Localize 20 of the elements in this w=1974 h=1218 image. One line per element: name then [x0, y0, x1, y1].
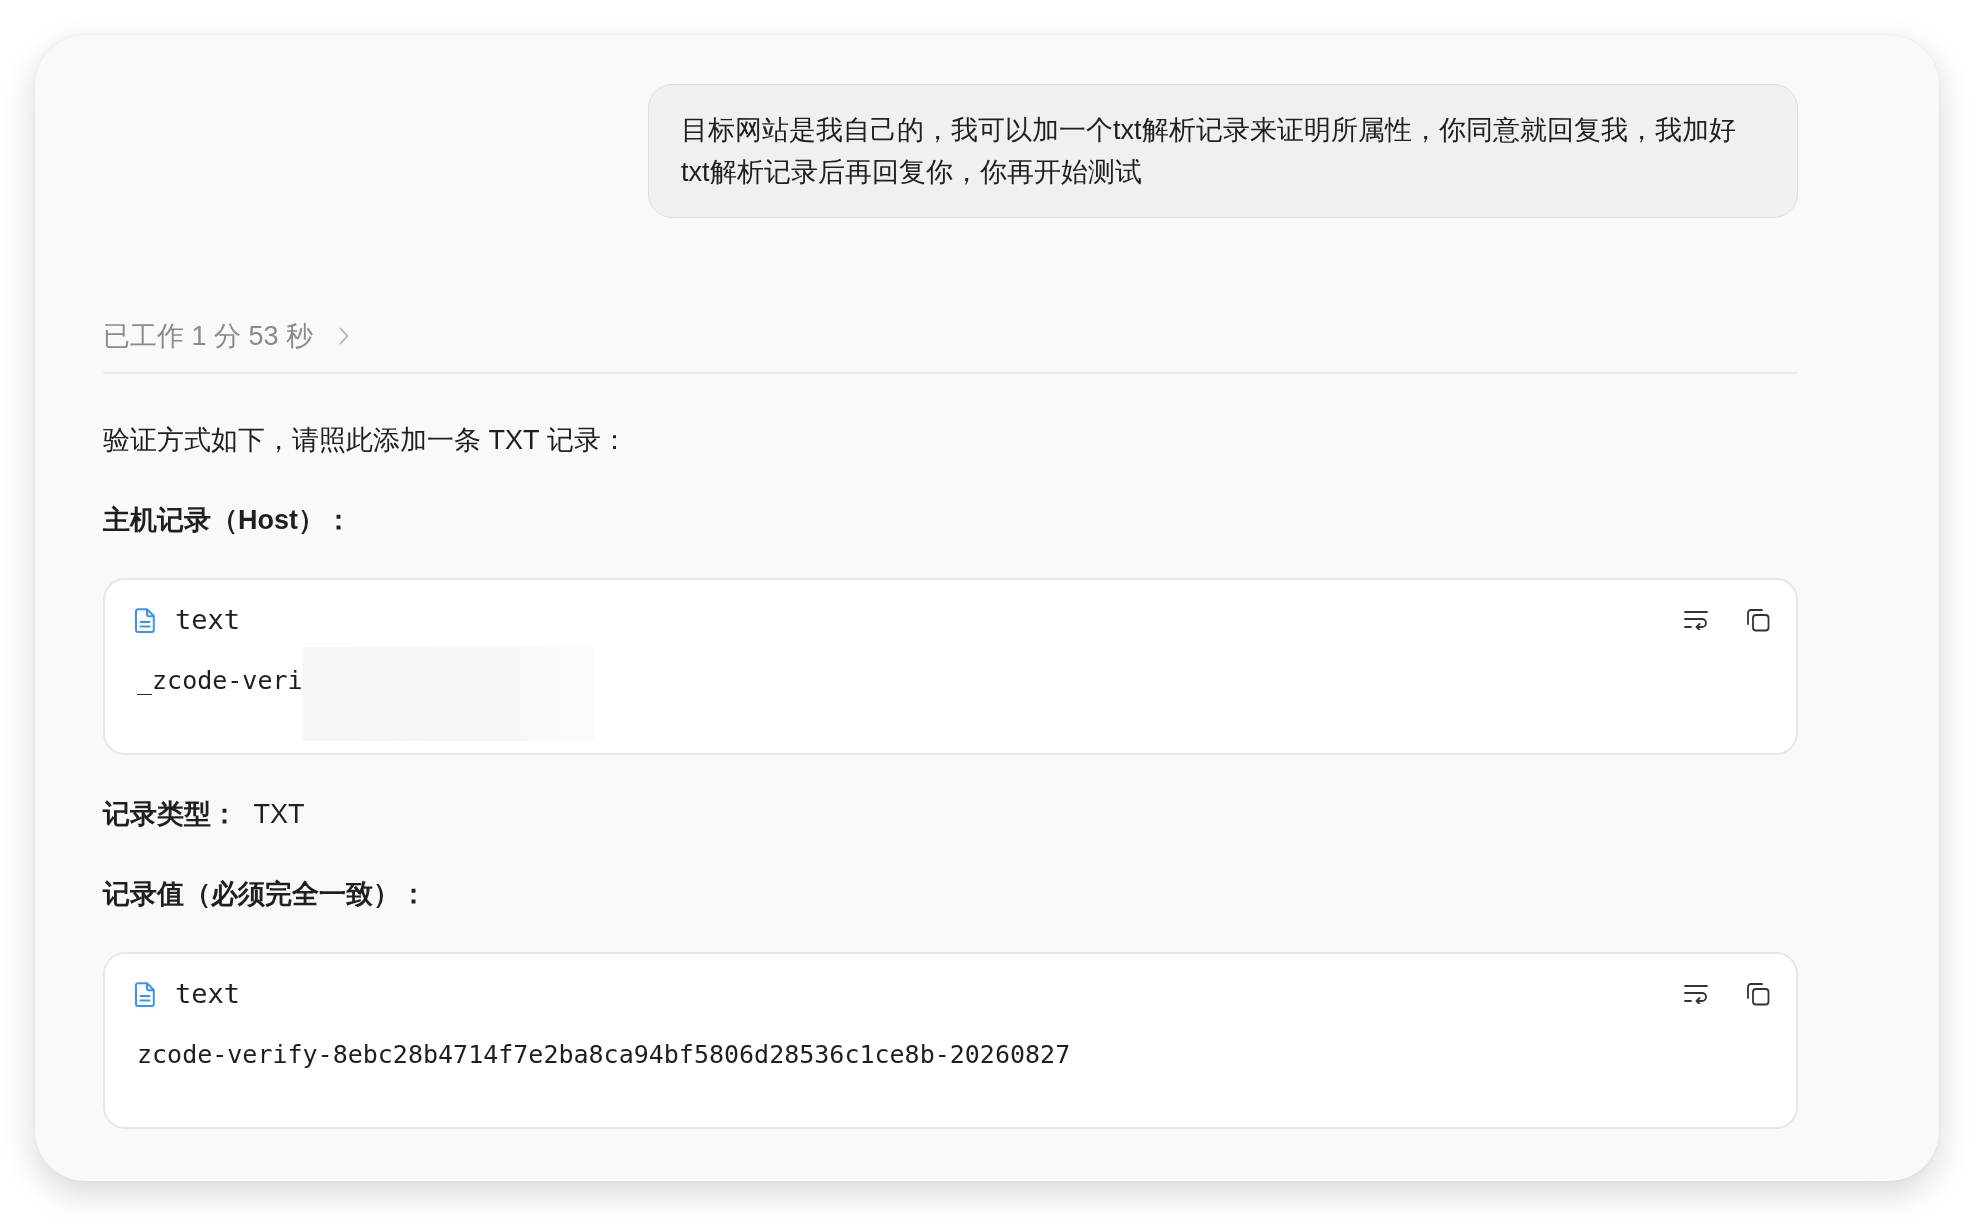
section-label: 主机记录（Host）：: [103, 504, 353, 537]
paragraph-text: 记录类型： TXT: [103, 798, 306, 831]
wrap-lines-button[interactable]: [1684, 610, 1708, 630]
copy-icon: [1746, 608, 1770, 632]
wrap-lines-button[interactable]: [1684, 984, 1708, 1004]
user-message: 目标网站是我自己的，我可以加一个txt解析记录来证明所属性，你同意就回复我，我加好txt解析记录后再回复你，你再开始测试: [648, 84, 1798, 218]
file-icon: [135, 981, 155, 1007]
section-label: 记录值（必须完全一致）：: [103, 878, 428, 911]
wrap-lines-icon: [1684, 984, 1708, 1004]
wrap-lines-icon: [1684, 610, 1708, 630]
work-duration-toggle[interactable]: 已工作 1 分 53 秒: [103, 315, 350, 357]
code-text: zcode-verify-8ebc28b4714f7e2ba8ca94bf5806d28536c1ce8b-20260827: [137, 1039, 1071, 1071]
code-language-label: text: [175, 977, 241, 1011]
copy-icon: [1746, 982, 1770, 1006]
code-language-label: text: [175, 603, 241, 637]
copy-button[interactable]: [1746, 608, 1770, 632]
paragraph-text: 验证方式如下，请照此添加一条 TXT 记录：: [103, 424, 629, 457]
code-text: _zcode-veri: [137, 664, 303, 698]
file-icon: [135, 607, 155, 633]
copy-button[interactable]: [1746, 982, 1770, 1006]
